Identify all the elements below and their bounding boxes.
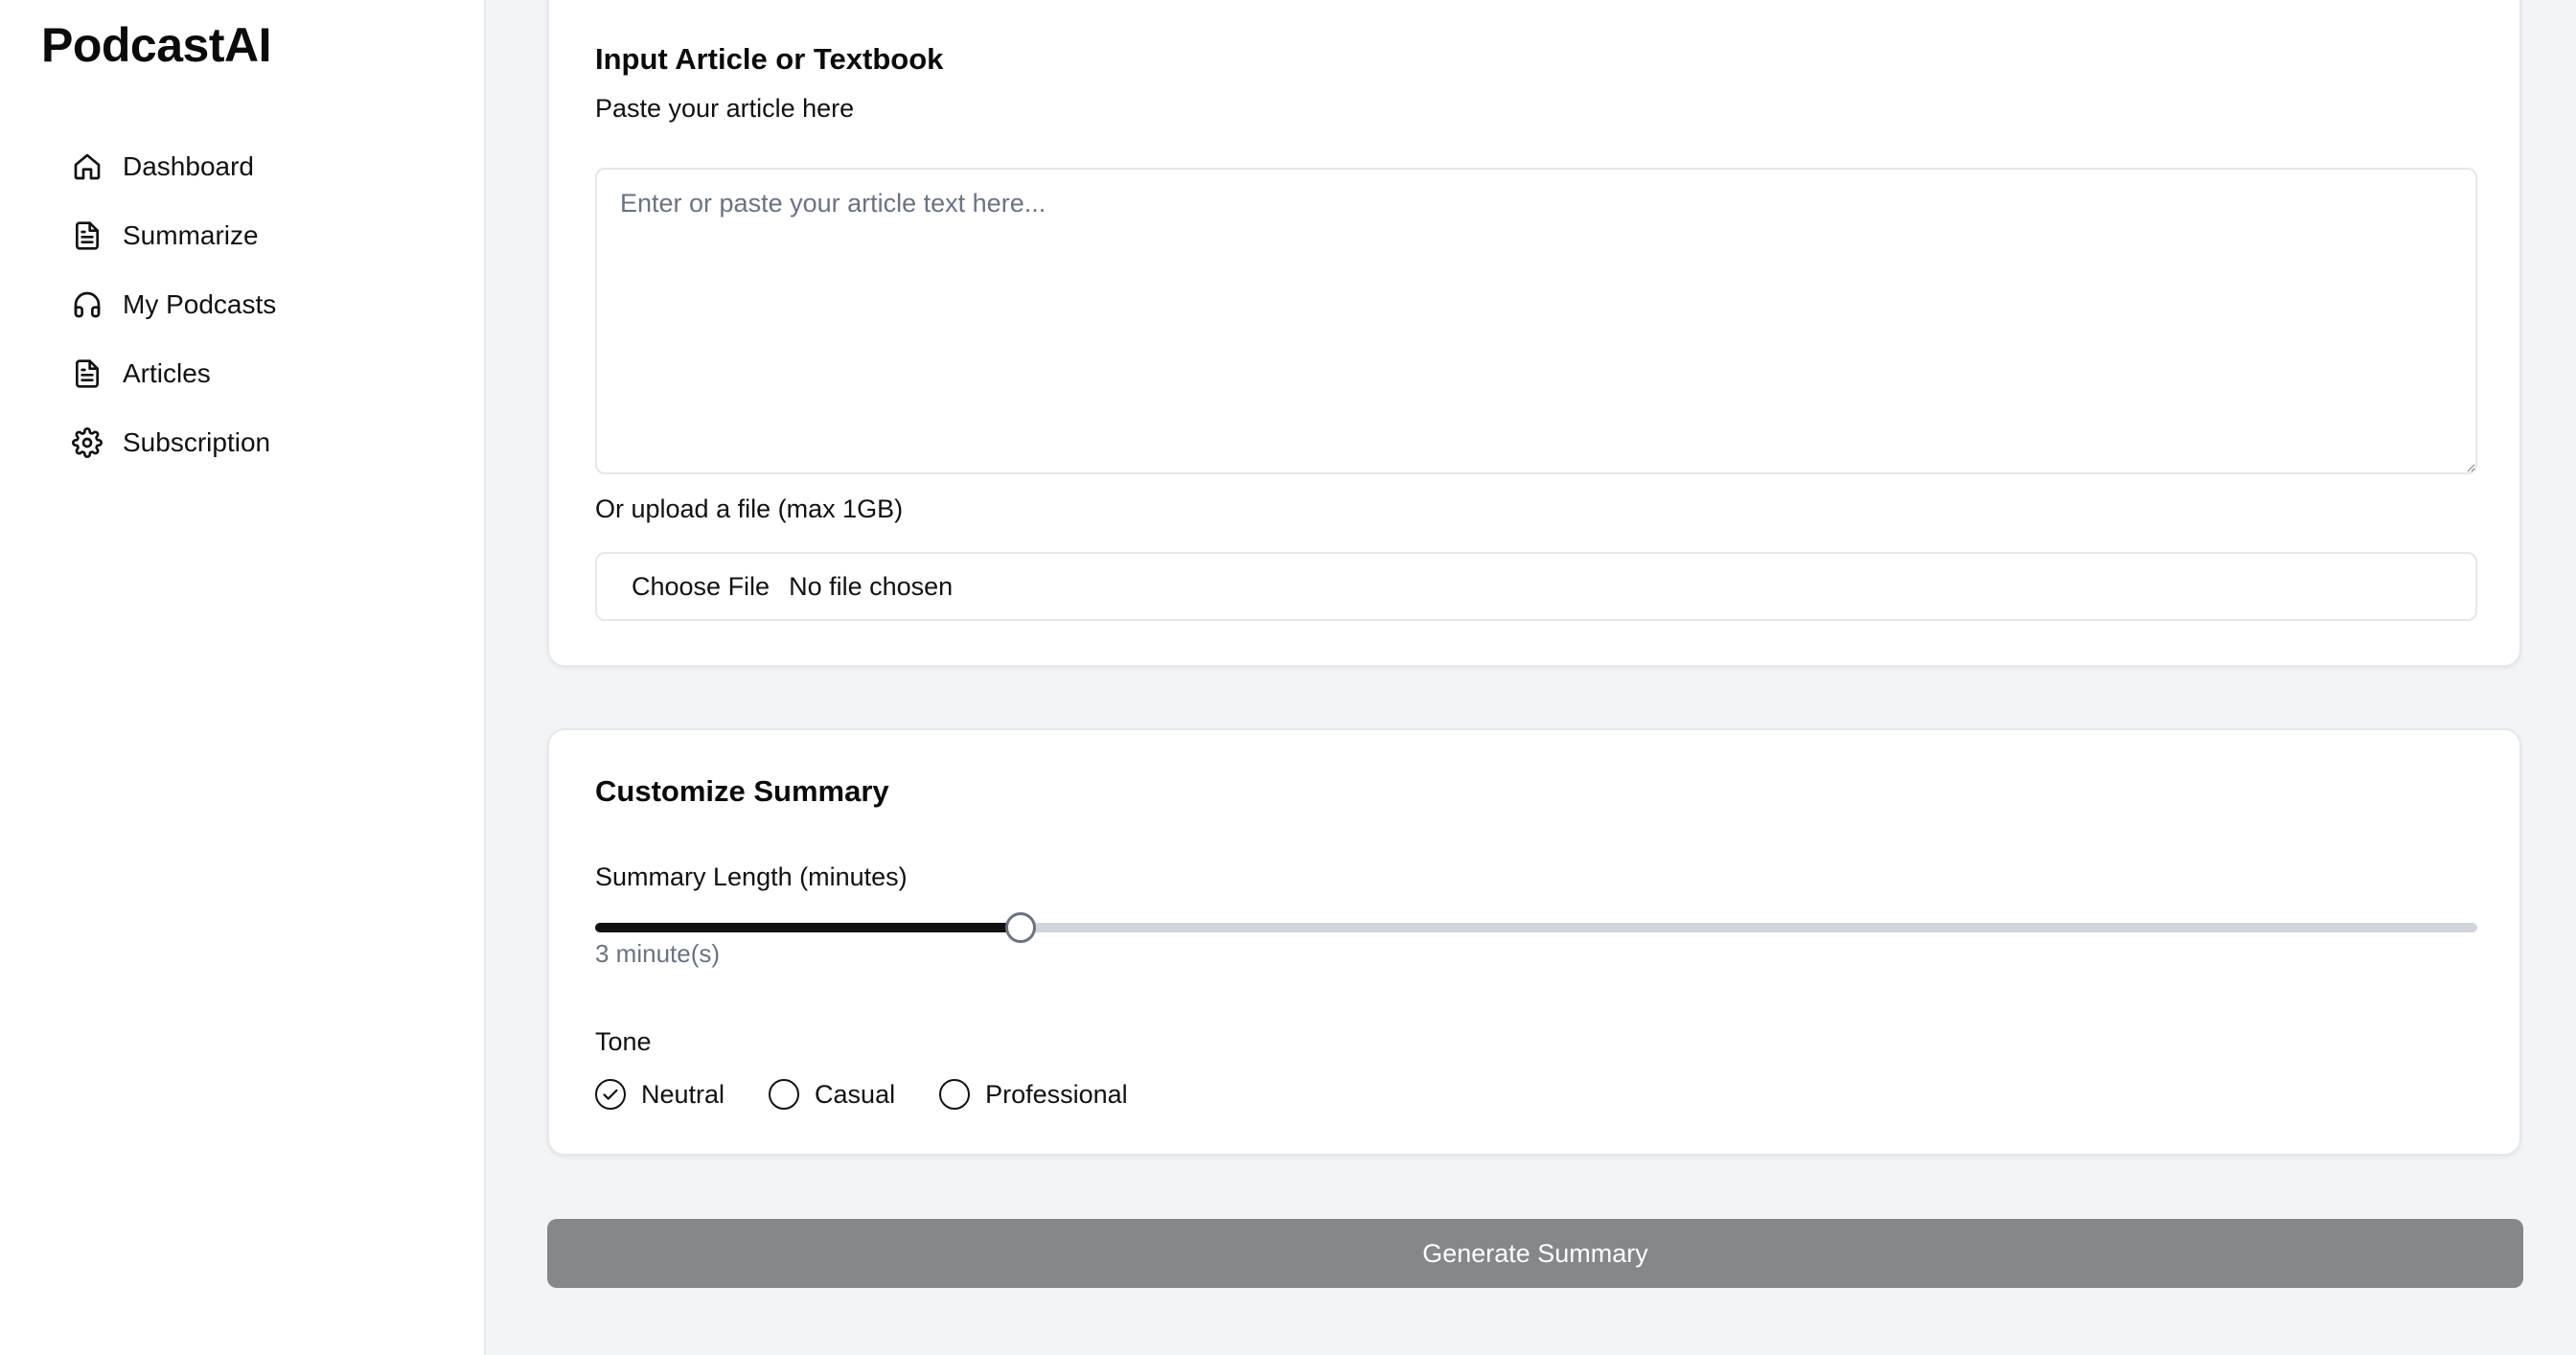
sidebar-item-summarize[interactable]: Summarize [71,201,276,270]
home-icon [71,150,104,183]
slider-thumb[interactable] [1004,912,1036,943]
article-textarea[interactable] [595,168,2477,474]
sidebar-item-label: Dashboard [123,151,254,181]
document-icon [71,219,104,252]
file-status-text: No file chosen [789,571,954,601]
radio-checked-icon[interactable] [595,1079,626,1110]
tone-option-label: Neutral [641,1079,725,1109]
sidebar-item-label: Subscription [123,427,271,457]
file-upload-input[interactable]: Choose File No file chosen [595,552,2477,621]
input-card-title: Input Article or Textbook [595,42,944,76]
customize-card-title: Customize Summary [595,774,889,808]
tone-option-neutral[interactable]: Neutral [595,1079,724,1110]
tone-label: Tone [595,1027,652,1056]
slider-fill [595,923,1021,932]
summary-length-label: Summary Length (minutes) [595,862,908,891]
app-root: PodcastAI Dashboard Summarize My Podcast… [0,0,2576,1355]
sidebar-item-label: My Podcasts [123,289,277,319]
sidebar-item-articles[interactable]: Articles [71,339,276,408]
article-label: Paste your article here [595,94,855,123]
sidebar-item-label: Summarize [123,220,259,250]
radio-unchecked-icon[interactable] [769,1079,800,1110]
sidebar-item-dashboard[interactable]: Dashboard [71,132,276,201]
sidebar: PodcastAI Dashboard Summarize My Podcast… [0,0,486,1355]
sidebar-item-label: Articles [123,358,211,388]
upload-label: Or upload a file (max 1GB) [595,494,904,523]
headphones-icon [71,288,104,321]
tone-option-casual[interactable]: Casual [769,1079,895,1110]
tone-option-label: Casual [815,1079,896,1109]
document-icon [71,357,104,390]
sidebar-item-my-podcasts[interactable]: My Podcasts [71,270,276,339]
tone-radio-group: Neutral Casual Professional [595,1079,1172,1110]
radio-unchecked-icon[interactable] [939,1079,971,1110]
choose-file-button[interactable]: Choose File [632,572,770,602]
main-content: Input Article or Textbook Paste your art… [486,0,2576,1355]
sidebar-item-subscription[interactable]: Subscription [71,408,276,477]
tone-option-professional[interactable]: Professional [939,1079,1128,1110]
generate-summary-button[interactable]: Generate Summary [547,1219,2523,1288]
customize-summary-card: Customize Summary Summary Length (minute… [547,728,2521,1156]
summary-length-value: 3 minute(s) [595,939,721,968]
input-article-card: Input Article or Textbook Paste your art… [547,0,2521,667]
gear-icon [71,426,104,459]
brand-logo: PodcastAI [41,18,272,72]
tone-option-label: Professional [985,1079,1128,1109]
summary-length-slider[interactable] [595,912,2477,943]
sidebar-nav: Dashboard Summarize My Podcasts Articles… [71,132,276,477]
